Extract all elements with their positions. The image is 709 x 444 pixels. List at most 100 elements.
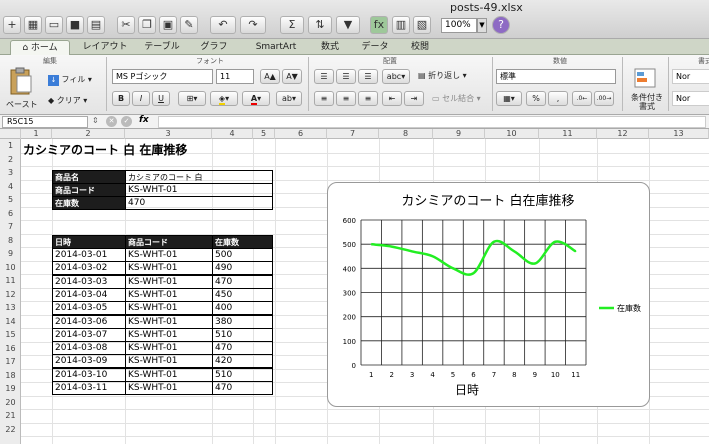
table-cell[interactable]: 450 (212, 287, 273, 302)
row-header[interactable]: 6 (0, 207, 21, 221)
row-header[interactable]: 4 (0, 180, 21, 194)
row-header[interactable]: 16 (0, 342, 21, 356)
table-cell[interactable]: 2014-03-11 (52, 381, 126, 395)
row-header[interactable]: 20 (0, 396, 21, 410)
tab-chart[interactable]: グラフ (192, 40, 236, 55)
conditional-format-button[interactable] (632, 67, 660, 91)
align-left-button[interactable]: ≡ (314, 91, 334, 106)
sheet-title-cell[interactable]: カシミアのコート 白 在庫推移 (23, 141, 187, 158)
merge-cells-button[interactable]: ▭ セル結合 ▾ (432, 93, 481, 104)
table-cell[interactable]: KS-WHT-01 (125, 327, 213, 342)
insert-function-button[interactable]: fx (139, 115, 149, 125)
column-header[interactable]: 1 (21, 129, 52, 139)
table-cell[interactable]: KS-WHT-01 (125, 248, 213, 262)
column-header-stock[interactable]: 在庫数 (212, 235, 273, 249)
row-header[interactable]: 11 (0, 274, 21, 288)
decrease-decimal-button[interactable]: .00→ (594, 91, 614, 106)
table-cell[interactable]: 2014-03-01 (52, 248, 126, 262)
tab-data[interactable]: データ (354, 40, 396, 55)
row-header[interactable]: 19 (0, 382, 21, 396)
italic-button[interactable]: I (132, 91, 150, 106)
currency-button[interactable]: ▦▾ (496, 91, 522, 106)
grid-icon[interactable]: ▦ (24, 16, 42, 34)
tab-layout[interactable]: レイアウト (76, 40, 134, 55)
font-size-select[interactable]: 11 (216, 69, 254, 84)
style-normal-sample-2[interactable]: Nor (672, 91, 709, 106)
row-header[interactable]: 17 (0, 355, 21, 369)
row-header[interactable]: 9 (0, 247, 21, 261)
table-cell[interactable]: KS-WHT-01 (125, 314, 213, 329)
row-header[interactable]: 12 (0, 288, 21, 302)
table-cell[interactable]: KS-WHT-01 (125, 261, 213, 276)
column-header[interactable]: 2 (52, 129, 125, 139)
table-cell[interactable]: 470 (212, 381, 273, 395)
column-header[interactable]: 3 (125, 129, 212, 139)
table-cell[interactable]: KS-WHT-01 (125, 354, 213, 369)
undo-icon[interactable]: ↶ (210, 16, 236, 34)
info-value-cell[interactable]: 470 (125, 196, 273, 210)
decrease-indent-button[interactable]: ⇤ (382, 91, 402, 106)
table-cell[interactable]: 2014-03-06 (52, 314, 126, 329)
stock-chart[interactable]: カシミアのコート 白在庫推移 日時 0 100 200 300 400 500 600 1 2… (327, 182, 650, 407)
wrap-text-button[interactable]: ▤ 折り返し ▾ (418, 70, 467, 81)
table-cell[interactable]: 2014-03-09 (52, 354, 126, 369)
row-header[interactable]: 7 (0, 220, 21, 234)
name-box-stepper-icon[interactable]: ⇕ (92, 116, 99, 125)
comma-style-button[interactable]: , (548, 91, 568, 106)
row-header[interactable]: 2 (0, 153, 21, 167)
select-all-corner[interactable] (0, 129, 21, 139)
row-header[interactable]: 22 (0, 423, 21, 437)
paste-button[interactable] (6, 67, 36, 97)
table-cell[interactable]: 2014-03-07 (52, 327, 126, 342)
info-label-cell[interactable]: 商品名 (52, 170, 126, 184)
paste-icon[interactable]: ▣ (159, 16, 177, 34)
column-header[interactable]: 8 (379, 129, 433, 139)
row-header[interactable]: 8 (0, 234, 21, 248)
fill-color-button[interactable]: ◈▾ (210, 91, 238, 106)
name-box[interactable]: R5C15 (2, 116, 88, 128)
table-cell[interactable]: KS-WHT-01 (125, 367, 213, 382)
align-right-button[interactable]: ≡ (358, 91, 378, 106)
column-header[interactable]: 5 (253, 129, 275, 139)
save-icon[interactable]: ■ (66, 16, 84, 34)
row-header[interactable]: 5 (0, 193, 21, 207)
table-cell[interactable]: 470 (212, 274, 273, 289)
column-header[interactable]: 13 (649, 129, 709, 139)
table-cell[interactable]: KS-WHT-01 (125, 301, 213, 316)
cut-icon[interactable]: ✂ (117, 16, 135, 34)
tab-review[interactable]: 校閲 (402, 40, 438, 55)
enter-icon[interactable]: ✓ (121, 116, 132, 127)
info-label-cell[interactable]: 商品コード (52, 183, 126, 197)
row-header[interactable]: 21 (0, 409, 21, 423)
font-color-button[interactable]: A▾ (242, 91, 270, 106)
column-header[interactable]: 7 (327, 129, 379, 139)
row-header[interactable]: 13 (0, 301, 21, 315)
table-cell[interactable]: 2014-03-04 (52, 287, 126, 302)
increase-font-button[interactable]: A▲ (260, 69, 280, 84)
table-cell[interactable]: KS-WHT-01 (125, 287, 213, 302)
fill-button[interactable]: ↓ フィル ▾ (48, 74, 92, 86)
column-header[interactable]: 6 (275, 129, 327, 139)
bold-button[interactable]: B (112, 91, 130, 106)
underline-button[interactable]: U (152, 91, 170, 106)
percent-button[interactable]: % (526, 91, 546, 106)
column-header[interactable]: 11 (539, 129, 597, 139)
clear-button[interactable]: ◆ クリア ▾ (48, 95, 87, 106)
format-painter-icon[interactable]: ✎ (180, 16, 198, 34)
info-label-cell[interactable]: 在庫数 (52, 196, 126, 210)
copy-icon[interactable]: ❐ (138, 16, 156, 34)
zoom-field[interactable]: 100% (441, 18, 477, 33)
table-cell[interactable]: 380 (212, 314, 273, 329)
table-cell[interactable]: KS-WHT-01 (125, 381, 213, 395)
style-normal-sample-1[interactable]: Nor (672, 69, 709, 84)
table-cell[interactable]: 510 (212, 327, 273, 342)
table-cell[interactable]: 2014-03-03 (52, 274, 126, 289)
info-value-cell[interactable]: KS-WHT-01 (125, 183, 273, 197)
table-cell[interactable]: 400 (212, 301, 273, 316)
function-icon[interactable]: fx (370, 16, 388, 34)
increase-indent-button[interactable]: ⇥ (404, 91, 424, 106)
tab-smartart[interactable]: SmartArt (248, 40, 304, 55)
table-cell[interactable]: 490 (212, 261, 273, 276)
new-sheet-icon[interactable]: + (3, 16, 21, 34)
row-header[interactable]: 18 (0, 369, 21, 383)
